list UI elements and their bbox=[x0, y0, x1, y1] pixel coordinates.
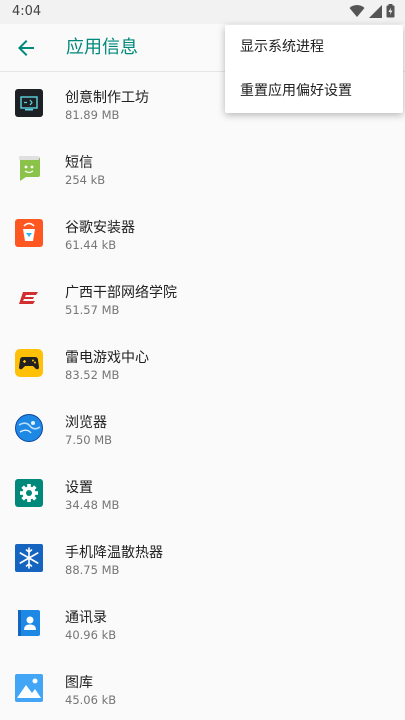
app-item-contacts[interactable]: 通讯录 40.96 kB bbox=[0, 592, 405, 657]
phone-cooler-icon bbox=[15, 544, 43, 572]
leidian-game-center-icon bbox=[15, 349, 43, 377]
signal-icon bbox=[369, 4, 382, 18]
status-bar: 4:04 bbox=[0, 0, 405, 24]
app-list: 创意制作工坊 81.89 MB 短信 254 kB 谷歌安装器 61.44 kB… bbox=[0, 72, 405, 720]
app-name: 设置 bbox=[65, 480, 93, 496]
battery-icon bbox=[386, 4, 395, 18]
app-name: 图库 bbox=[65, 675, 93, 691]
app-name: 手机降温散热器 bbox=[65, 545, 163, 561]
app-name: 雷电游戏中心 bbox=[65, 350, 149, 366]
app-size: 7.50 MB bbox=[65, 433, 113, 447]
app-name: 广西干部网络学院 bbox=[65, 285, 177, 301]
app-item-leidian-game-center[interactable]: 雷电游戏中心 83.52 MB bbox=[0, 332, 405, 397]
app-item-phone-cooler[interactable]: 手机降温散热器 88.75 MB bbox=[0, 527, 405, 592]
app-size: 83.52 MB bbox=[65, 368, 120, 382]
guangxi-cadre-academy-icon bbox=[19, 292, 38, 304]
app-size: 88.75 MB bbox=[65, 563, 120, 577]
menu-item-reset-app-preferences[interactable]: 重置应用偏好设置 bbox=[225, 69, 403, 113]
app-size: 45.06 kB bbox=[65, 693, 117, 707]
app-size: 81.89 MB bbox=[65, 108, 120, 122]
app-name: 短信 bbox=[65, 155, 93, 171]
app-name: 创意制作工坊 bbox=[65, 90, 149, 106]
app-item-browser[interactable]: 浏览器 7.50 MB bbox=[0, 397, 405, 462]
back-arrow-icon[interactable] bbox=[14, 36, 38, 60]
google-installer-icon bbox=[15, 219, 43, 247]
app-size: 61.44 kB bbox=[65, 238, 117, 252]
status-icons bbox=[349, 4, 395, 18]
app-name: 浏览器 bbox=[65, 415, 107, 431]
app-name: 谷歌安装器 bbox=[65, 220, 135, 236]
contacts-icon bbox=[18, 610, 40, 636]
app-item-google-installer[interactable]: 谷歌安装器 61.44 kB bbox=[0, 202, 405, 267]
settings-icon bbox=[15, 479, 43, 507]
page-title: 应用信息 bbox=[66, 37, 138, 58]
app-size: 34.48 MB bbox=[65, 498, 120, 512]
menu-item-show-system-processes[interactable]: 显示系统进程 bbox=[225, 25, 403, 69]
browser-icon bbox=[15, 414, 43, 442]
app-name: 通讯录 bbox=[65, 610, 107, 626]
app-size: 40.96 kB bbox=[65, 628, 117, 642]
gallery-icon bbox=[15, 674, 43, 702]
app-item-gallery[interactable]: 图库 45.06 kB bbox=[0, 657, 405, 720]
creative-workshop-icon bbox=[15, 89, 43, 117]
app-item-messages[interactable]: 短信 254 kB bbox=[0, 137, 405, 202]
overflow-menu: 显示系统进程 重置应用偏好设置 bbox=[225, 25, 403, 113]
app-item-settings[interactable]: 设置 34.48 MB bbox=[0, 462, 405, 527]
wifi-icon bbox=[349, 5, 365, 18]
messages-icon bbox=[19, 156, 40, 181]
app-size: 51.57 MB bbox=[65, 303, 120, 317]
app-size: 254 kB bbox=[65, 173, 106, 187]
status-time: 4:04 bbox=[12, 4, 42, 19]
app-item-guangxi-cadre-academy[interactable]: 广西干部网络学院 51.57 MB bbox=[0, 267, 405, 332]
